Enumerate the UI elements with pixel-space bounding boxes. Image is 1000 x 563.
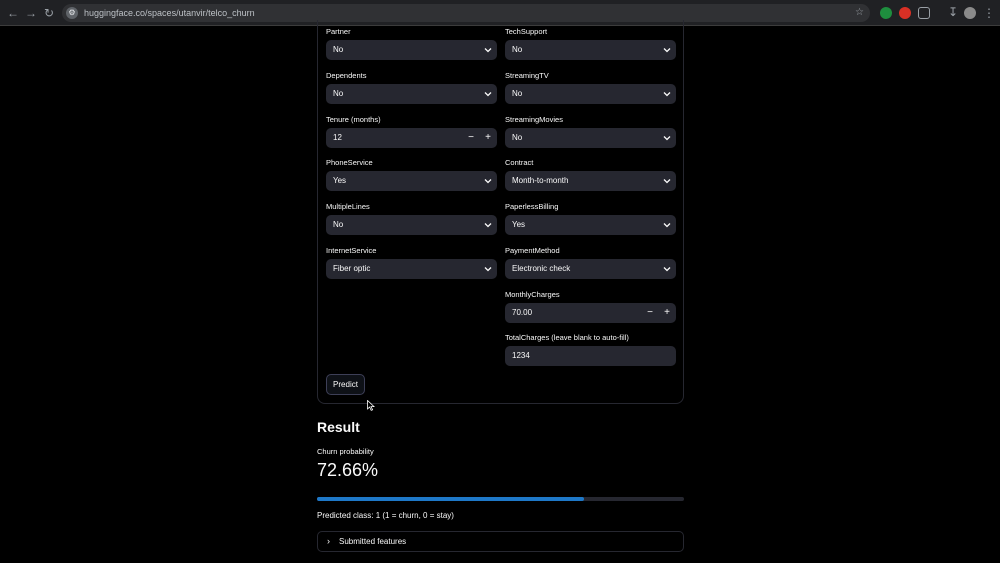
select-value: No: [512, 133, 523, 142]
text-value[interactable]: 1234: [512, 346, 530, 366]
chevron-down-icon: [484, 92, 492, 97]
select-value: No: [333, 220, 344, 229]
internet-service-select[interactable]: Fiber optic: [326, 259, 497, 279]
field-label: MonthlyCharges: [505, 290, 560, 299]
predict-button[interactable]: Predict: [326, 374, 365, 395]
number-value[interactable]: 12: [333, 128, 342, 148]
select-value: Month-to-month: [512, 176, 569, 185]
mouse-cursor-icon: [367, 400, 375, 411]
field-label: TotalCharges (leave blank to auto-fill): [505, 333, 629, 342]
field-label: PaymentMethod: [505, 246, 560, 255]
url-text[interactable]: huggingface.co/spaces/utanvir/telco_chur…: [84, 6, 255, 20]
decrement-button[interactable]: −: [642, 303, 658, 323]
metric-label: Churn probability: [317, 447, 374, 456]
progress-fill: [317, 497, 584, 501]
select-value: Electronic check: [512, 264, 571, 273]
metric-value: 72.66%: [317, 460, 379, 480]
chevron-down-icon: [663, 136, 671, 141]
payment-method-select[interactable]: Electronic check: [505, 259, 676, 279]
chevron-down-icon: [663, 267, 671, 272]
total-charges-input[interactable]: 1234: [505, 346, 676, 366]
field-label: PaperlessBilling: [505, 202, 559, 211]
chevron-down-icon: [663, 179, 671, 184]
field-label: Dependents: [326, 71, 367, 80]
select-value: No: [512, 45, 523, 54]
select-value: No: [333, 45, 344, 54]
download-icon[interactable]: ↧: [946, 5, 960, 19]
increment-button[interactable]: +: [480, 128, 496, 148]
field-label: InternetService: [326, 246, 377, 255]
contract-select[interactable]: Month-to-month: [505, 171, 676, 191]
submitted-features-expander[interactable]: › Submitted features: [317, 531, 684, 552]
extension-icon[interactable]: [899, 7, 911, 19]
select-value: No: [333, 89, 344, 98]
menu-kebab-icon[interactable]: ⋮: [982, 6, 996, 20]
predicted-class-text: Predicted class: 1 (1 = churn, 0 = stay): [317, 511, 454, 520]
chevron-down-icon: [484, 223, 492, 228]
field-label: StreamingTV: [505, 71, 549, 80]
multiple-lines-select[interactable]: No: [326, 215, 497, 235]
avatar[interactable]: [964, 7, 976, 19]
phone-service-select[interactable]: Yes: [326, 171, 497, 191]
field-label: PhoneService: [326, 158, 373, 167]
puzzle-extensions-icon[interactable]: [918, 7, 930, 19]
monthly-charges-number-input[interactable]: 70.00 − +: [505, 303, 676, 323]
churn-form: Partner No Dependents No Tenure (months)…: [317, 20, 684, 404]
increment-button[interactable]: +: [659, 303, 675, 323]
paperless-billing-select[interactable]: Yes: [505, 215, 676, 235]
field-label: Contract: [505, 158, 534, 167]
tech-support-select[interactable]: No: [505, 40, 676, 60]
partner-select[interactable]: No: [326, 40, 497, 60]
streaming-tv-select[interactable]: No: [505, 84, 676, 104]
select-value: Yes: [512, 220, 526, 229]
chevron-down-icon: [484, 48, 492, 53]
chevron-down-icon: [663, 92, 671, 97]
select-value: Yes: [333, 176, 347, 185]
field-label: Partner: [326, 27, 351, 36]
chevron-right-icon: ›: [327, 536, 330, 546]
chevron-down-icon: [663, 223, 671, 228]
result-heading: Result: [317, 419, 360, 435]
reload-icon[interactable]: ↻: [42, 6, 56, 20]
field-label: StreamingMovies: [505, 115, 563, 124]
field-label: MultipleLines: [326, 202, 370, 211]
expander-label: Submitted features: [339, 537, 407, 546]
number-value[interactable]: 70.00: [512, 303, 532, 323]
chevron-down-icon: [663, 48, 671, 53]
bookmark-star-icon[interactable]: ☆: [855, 6, 864, 20]
arrow-left-icon[interactable]: ←: [6, 6, 20, 20]
field-label: TechSupport: [505, 27, 548, 36]
extension-icon[interactable]: [880, 7, 892, 19]
chevron-down-icon: [484, 179, 492, 184]
site-info-icon[interactable]: ⚙: [66, 7, 78, 19]
streaming-movies-select[interactable]: No: [505, 128, 676, 148]
decrement-button[interactable]: −: [463, 128, 479, 148]
churn-progress-bar: [317, 497, 684, 501]
tenure-number-input[interactable]: 12 − +: [326, 128, 497, 148]
select-value: No: [512, 89, 523, 98]
field-label: Tenure (months): [326, 115, 381, 124]
dependents-select[interactable]: No: [326, 84, 497, 104]
chevron-down-icon: [484, 267, 492, 272]
select-value: Fiber optic: [333, 264, 371, 273]
arrow-right-icon[interactable]: →: [24, 6, 38, 20]
